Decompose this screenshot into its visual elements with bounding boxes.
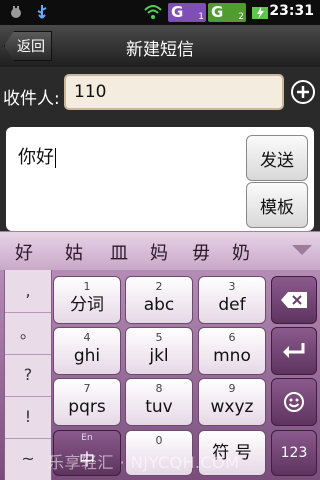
recipient-input[interactable]: 110	[64, 74, 284, 110]
key-9[interactable]: 9 wxyz	[198, 378, 266, 426]
symbol-key[interactable]: ?	[5, 354, 51, 397]
recipient-row: 收件人: 110	[0, 67, 320, 121]
candidate-item[interactable]: 皿	[110, 239, 128, 265]
symbol-key[interactable]: !	[5, 396, 51, 439]
status-bar: G 1 G 2 23:31	[0, 0, 320, 25]
sim1-signal-icon: G 1	[168, 3, 206, 22]
text-cursor	[55, 148, 56, 168]
clock: 23:31	[269, 3, 314, 19]
candidate-item[interactable]: 好	[15, 239, 33, 265]
usb-icon	[37, 5, 47, 19]
symbol-key[interactable]: 。	[5, 312, 51, 355]
candidate-item[interactable]: 毋	[192, 239, 210, 265]
sim2-signal-icon: G 2	[208, 3, 246, 22]
message-text-wrap: 你好	[18, 143, 56, 169]
battery-charging-icon	[252, 7, 268, 19]
key-7[interactable]: 7 pqrs	[53, 378, 121, 426]
backspace-icon	[281, 292, 307, 308]
smiley-icon	[284, 392, 304, 412]
watermark: 乐享轻汇 · NJYCQH.COM	[48, 453, 240, 472]
lang-small-label: En	[81, 433, 93, 443]
wifi-icon	[144, 5, 162, 19]
delete-key[interactable]	[271, 276, 317, 324]
recipient-label: 收件人:	[3, 89, 60, 109]
symbol-key[interactable]: ,	[5, 270, 51, 313]
symbol-key[interactable]: ~	[5, 438, 51, 480]
candidate-item[interactable]: 姑	[65, 239, 83, 265]
key-8[interactable]: 8 tuv	[125, 378, 193, 426]
candidate-item[interactable]: 妈	[150, 239, 168, 265]
expand-candidates-icon[interactable]	[292, 245, 312, 255]
title-bar: 返回 新建短信	[0, 25, 320, 68]
message-text: 你好	[18, 147, 54, 168]
key-1[interactable]: 1 分词	[53, 276, 121, 324]
emoji-key[interactable]	[271, 378, 317, 426]
page-title: 新建短信	[126, 40, 194, 60]
add-contact-icon[interactable]	[290, 79, 316, 105]
enter-key[interactable]	[271, 327, 317, 375]
symbol-column: , 。 ? ! ~	[4, 270, 52, 480]
key-6[interactable]: 6 mno	[198, 327, 266, 375]
template-button[interactable]: 模板	[246, 182, 308, 228]
usb-debug-icon	[11, 6, 21, 18]
key-3[interactable]: 3 def	[198, 276, 266, 324]
key-5[interactable]: 5 jkl	[125, 327, 193, 375]
key-4[interactable]: 4 ghi	[53, 327, 121, 375]
send-button[interactable]: 发送	[246, 135, 308, 181]
enter-icon	[283, 343, 305, 358]
candidate-item[interactable]: 奶	[232, 239, 250, 265]
candidate-bar: 好 姑 皿 妈 毋 奶	[0, 231, 320, 270]
number-mode-key[interactable]: 123	[271, 430, 317, 476]
key-2[interactable]: 2 abc	[125, 276, 193, 324]
